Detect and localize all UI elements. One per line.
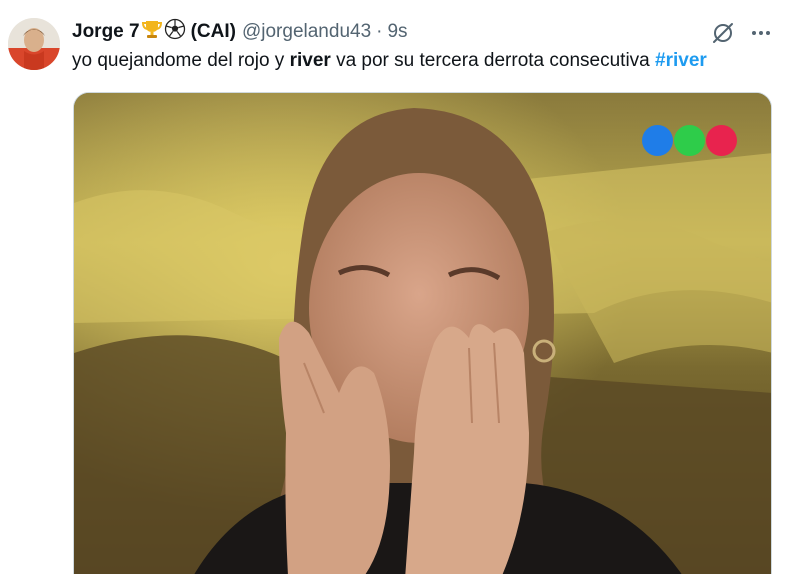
avatar-image [8, 18, 60, 70]
more-options-icon[interactable] [746, 20, 776, 46]
video-frame-image [74, 93, 771, 574]
timestamp[interactable]: 9s [387, 21, 407, 43]
user-handle[interactable]: @jorgelandu43 [242, 21, 371, 43]
display-name[interactable]: Jorge 7 [72, 21, 140, 43]
tweet-text-before: yo quejandome del rojo y [72, 50, 290, 71]
tweet[interactable]: Jorge 7 (CAI) @jorgelandu43 · 9s yo quej… [0, 0, 803, 574]
tweet-text-bold: river [289, 50, 331, 71]
logo-circle-red [706, 125, 737, 156]
avatar[interactable] [8, 18, 60, 70]
name-suffix[interactable]: (CAI) [191, 21, 236, 43]
soccer-ball-emoji [164, 18, 186, 46]
tweet-text-after: va por su tercera derrota consecutiva [330, 50, 656, 71]
separator-dot: · [376, 21, 383, 42]
media-video[interactable] [73, 92, 772, 574]
logo-circle-blue [642, 125, 673, 156]
channel-logo [642, 125, 738, 157]
logo-circle-green [674, 125, 705, 156]
grok-icon[interactable] [710, 20, 736, 46]
tweet-header: Jorge 7 (CAI) @jorgelandu43 · 9s [72, 18, 743, 46]
tweet-text: yo quejandome del rojo y river va por su… [72, 50, 707, 72]
trophy-emoji [141, 18, 163, 46]
hashtag-link[interactable]: #river [655, 50, 707, 71]
